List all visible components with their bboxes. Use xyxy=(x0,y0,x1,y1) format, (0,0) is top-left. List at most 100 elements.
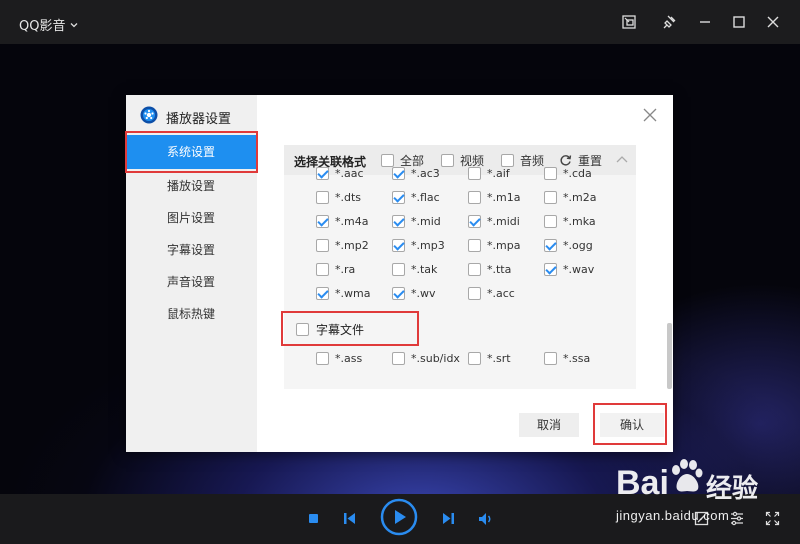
format-checkbox[interactable]: *.wma xyxy=(316,287,370,300)
format-label: *.sub/idx xyxy=(411,352,460,365)
fullscreen-icon[interactable] xyxy=(765,511,780,526)
checkbox-box[interactable] xyxy=(392,352,405,365)
format-label: *.ass xyxy=(335,352,363,365)
content-scrollbar[interactable] xyxy=(667,323,672,389)
confirm-button[interactable]: 确认 xyxy=(600,413,664,437)
subtitle-files-checkbox[interactable]: 字幕文件 xyxy=(296,321,364,338)
format-checkbox[interactable]: *.mp2 xyxy=(316,239,369,252)
format-checkbox[interactable]: *.ogg xyxy=(544,239,593,252)
minimize-icon[interactable] xyxy=(697,14,713,30)
checkbox-box[interactable] xyxy=(468,352,481,365)
format-checkbox[interactable]: *.midi xyxy=(468,215,520,228)
format-checkbox[interactable]: *.wav xyxy=(544,263,594,276)
format-label: *.srt xyxy=(487,352,511,365)
format-checkbox[interactable]: *.mp3 xyxy=(392,239,445,252)
checkbox-box[interactable] xyxy=(544,263,557,276)
format-checkbox[interactable]: *.mid xyxy=(392,215,441,228)
chevron-up-icon[interactable] xyxy=(616,155,628,163)
checkbox-box[interactable] xyxy=(544,191,557,204)
format-label: *.dts xyxy=(335,191,362,204)
checkbox-box[interactable] xyxy=(316,191,329,204)
format-checkbox[interactable]: *.mpa xyxy=(468,239,520,252)
format-checkbox[interactable]: *.tta xyxy=(468,263,511,276)
dialog-close-icon[interactable] xyxy=(642,107,658,123)
checkbox-box[interactable] xyxy=(316,352,329,365)
app-menu[interactable]: QQ影音 xyxy=(19,15,79,34)
checkbox-box[interactable] xyxy=(544,352,557,365)
settings-icon[interactable] xyxy=(729,511,745,526)
format-checkbox[interactable]: *.aif xyxy=(468,167,510,180)
mini-mode-icon[interactable] xyxy=(621,14,637,30)
format-label: *.tta xyxy=(487,263,512,276)
checkbox-box[interactable] xyxy=(468,263,481,276)
format-checkbox[interactable]: *.sub/idx xyxy=(392,352,460,365)
close-icon[interactable] xyxy=(765,14,781,30)
checkbox-box[interactable] xyxy=(544,239,557,252)
format-checkbox[interactable]: *.ass xyxy=(316,352,362,365)
format-checkbox[interactable]: *.aac xyxy=(316,167,364,180)
settings-dialog: 播放器设置 系统设置 播放设置 图片设置 字幕设置 声音设置 鼠标热键 选择关联… xyxy=(125,95,673,452)
checkbox-box[interactable] xyxy=(381,154,394,167)
format-label: *.acc xyxy=(487,287,515,300)
next-icon[interactable] xyxy=(441,512,455,525)
nav-mouse-hotkeys[interactable]: 鼠标热键 xyxy=(126,299,257,329)
checkbox-box[interactable] xyxy=(468,167,481,180)
checkbox-box[interactable] xyxy=(468,239,481,252)
previous-icon[interactable] xyxy=(343,512,357,525)
format-checkbox[interactable]: *.ssa xyxy=(544,352,590,365)
nav-playback-settings[interactable]: 播放设置 xyxy=(126,171,257,201)
format-checkbox[interactable]: *.srt xyxy=(468,352,511,365)
nav-image-settings[interactable]: 图片设置 xyxy=(126,203,257,233)
format-checkbox[interactable]: *.tak xyxy=(392,263,437,276)
checkbox-box[interactable] xyxy=(392,215,405,228)
checkbox-box[interactable] xyxy=(501,154,514,167)
checkbox-box[interactable] xyxy=(468,191,481,204)
format-checkbox[interactable]: *.wv xyxy=(392,287,436,300)
pin-icon[interactable] xyxy=(662,14,678,30)
nav-system-settings[interactable]: 系统设置 xyxy=(126,135,257,169)
checkbox-box[interactable] xyxy=(392,263,405,276)
checkbox-box[interactable] xyxy=(441,154,454,167)
checkbox-box[interactable] xyxy=(316,215,329,228)
checkbox-box[interactable] xyxy=(468,287,481,300)
format-checkbox[interactable]: *.cda xyxy=(544,167,592,180)
checkbox-box[interactable] xyxy=(316,287,329,300)
chevron-down-icon xyxy=(71,22,78,27)
checkbox-box[interactable] xyxy=(316,263,329,276)
maximize-icon[interactable] xyxy=(731,14,747,30)
checkbox-box[interactable] xyxy=(392,239,405,252)
cancel-button[interactable]: 取消 xyxy=(519,413,579,437)
format-checkbox[interactable]: *.ac3 xyxy=(392,167,440,180)
format-checkbox[interactable]: *.ra xyxy=(316,263,355,276)
nav-audio-settings[interactable]: 声音设置 xyxy=(126,267,257,297)
format-label: *.tak xyxy=(411,263,438,276)
format-checkbox[interactable]: *.m2a xyxy=(544,191,596,204)
format-label: *.midi xyxy=(487,215,520,228)
checkbox-box[interactable] xyxy=(392,167,405,180)
checkbox-box[interactable] xyxy=(316,239,329,252)
checkbox-box[interactable] xyxy=(468,215,481,228)
checkbox-box[interactable] xyxy=(392,287,405,300)
format-checkbox[interactable]: *.m4a xyxy=(316,215,368,228)
subtitle-files-label: 字幕文件 xyxy=(316,323,365,337)
format-checkbox[interactable]: *.flac xyxy=(392,191,440,204)
checkbox-box[interactable] xyxy=(544,167,557,180)
format-checkbox[interactable]: *.dts xyxy=(316,191,361,204)
checkbox-box[interactable] xyxy=(392,191,405,204)
format-label: *.ogg xyxy=(563,239,593,252)
checkbox-box[interactable] xyxy=(296,323,309,336)
format-checkbox[interactable]: *.acc xyxy=(468,287,515,300)
screenshot-icon[interactable] xyxy=(694,511,709,526)
play-button[interactable] xyxy=(380,498,418,536)
format-label: *.aac xyxy=(335,167,364,180)
stop-icon[interactable] xyxy=(308,513,319,524)
qq-player-logo-icon xyxy=(140,106,158,124)
volume-icon[interactable] xyxy=(478,512,494,526)
nav-subtitle-settings[interactable]: 字幕设置 xyxy=(126,235,257,265)
format-label: *.flac xyxy=(411,191,440,204)
format-checkbox[interactable]: *.mka xyxy=(544,215,596,228)
checkbox-box[interactable] xyxy=(544,215,557,228)
checkbox-box[interactable] xyxy=(316,167,329,180)
format-checkbox[interactable]: *.m1a xyxy=(468,191,520,204)
format-label: *.m1a xyxy=(487,191,521,204)
